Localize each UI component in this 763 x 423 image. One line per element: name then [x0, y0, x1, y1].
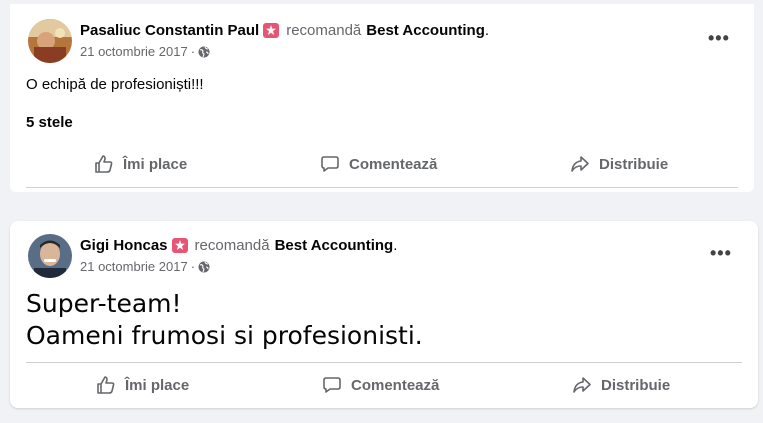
rating-text: 5 stele [26, 114, 73, 131]
avatar[interactable] [28, 234, 72, 278]
recommend-verb: recomandă [286, 22, 362, 39]
share-icon [573, 377, 591, 393]
like-button[interactable]: Îmi place [94, 154, 187, 174]
post-text: Super-team! Oameni frumosi si profesioni… [26, 288, 423, 352]
post-text: O echipă de profesioniști!!! [26, 76, 204, 93]
post-date[interactable]: 21 octombrie 2017 [80, 259, 188, 274]
recommend-verb: recomandă [194, 237, 270, 254]
post-text-line: Oameni frumosi si profesionisti. [26, 321, 423, 350]
period: . [484, 22, 490, 39]
post-meta: 21 octombrie 2017 · [80, 44, 210, 59]
post-date[interactable]: 21 octombrie 2017 [80, 44, 188, 59]
thumbs-up-icon [95, 155, 113, 173]
more-options-icon[interactable]: ••• [708, 28, 730, 49]
globe-icon [198, 261, 210, 272]
share-button[interactable]: Distribuie [572, 375, 670, 395]
comment-button[interactable]: Comentează [320, 154, 437, 174]
share-button[interactable]: Distribuie [570, 154, 668, 174]
author-name[interactable]: Gigi Honcas [80, 237, 168, 254]
like-label: Îmi place [125, 376, 190, 394]
more-options-icon[interactable]: ••• [710, 243, 732, 264]
share-icon [571, 156, 589, 172]
author-name[interactable]: Pasaliuc Constantin Paul [80, 22, 259, 39]
globe-icon [198, 46, 210, 57]
recommend-star-icon [171, 238, 188, 253]
post-card: Pasaliuc Constantin Paul recomandă Best … [10, 4, 754, 192]
thumbs-up-icon [97, 376, 115, 394]
page-name[interactable]: Best Accounting [366, 22, 485, 39]
separator: · [190, 259, 196, 274]
divider [26, 362, 742, 363]
post-header: Pasaliuc Constantin Paul recomandă Best … [80, 22, 489, 39]
comment-label: Comentează [351, 376, 440, 394]
period: . [393, 237, 398, 254]
like-button[interactable]: Îmi place [96, 375, 189, 395]
like-label: Îmi place [123, 155, 188, 173]
share-label: Distribuie [601, 376, 671, 394]
separator: · [190, 44, 196, 59]
comment-icon [323, 377, 341, 393]
post-header: Gigi Honcas recomandă Best Accounting. [80, 237, 397, 254]
recommend-star-icon [263, 23, 280, 38]
comment-label: Comentează [349, 155, 438, 173]
divider [26, 187, 738, 188]
avatar[interactable] [28, 19, 72, 63]
comment-icon [321, 156, 339, 172]
post-card: Gigi Honcas recomandă Best Accounting. 2… [10, 221, 758, 408]
post-text-line: Super-team! [26, 289, 182, 318]
post-meta: 21 octombrie 2017 · [80, 259, 210, 274]
comment-button[interactable]: Comentează [322, 375, 439, 395]
page-name[interactable]: Best Accounting [275, 237, 394, 254]
share-label: Distribuie [599, 155, 669, 173]
